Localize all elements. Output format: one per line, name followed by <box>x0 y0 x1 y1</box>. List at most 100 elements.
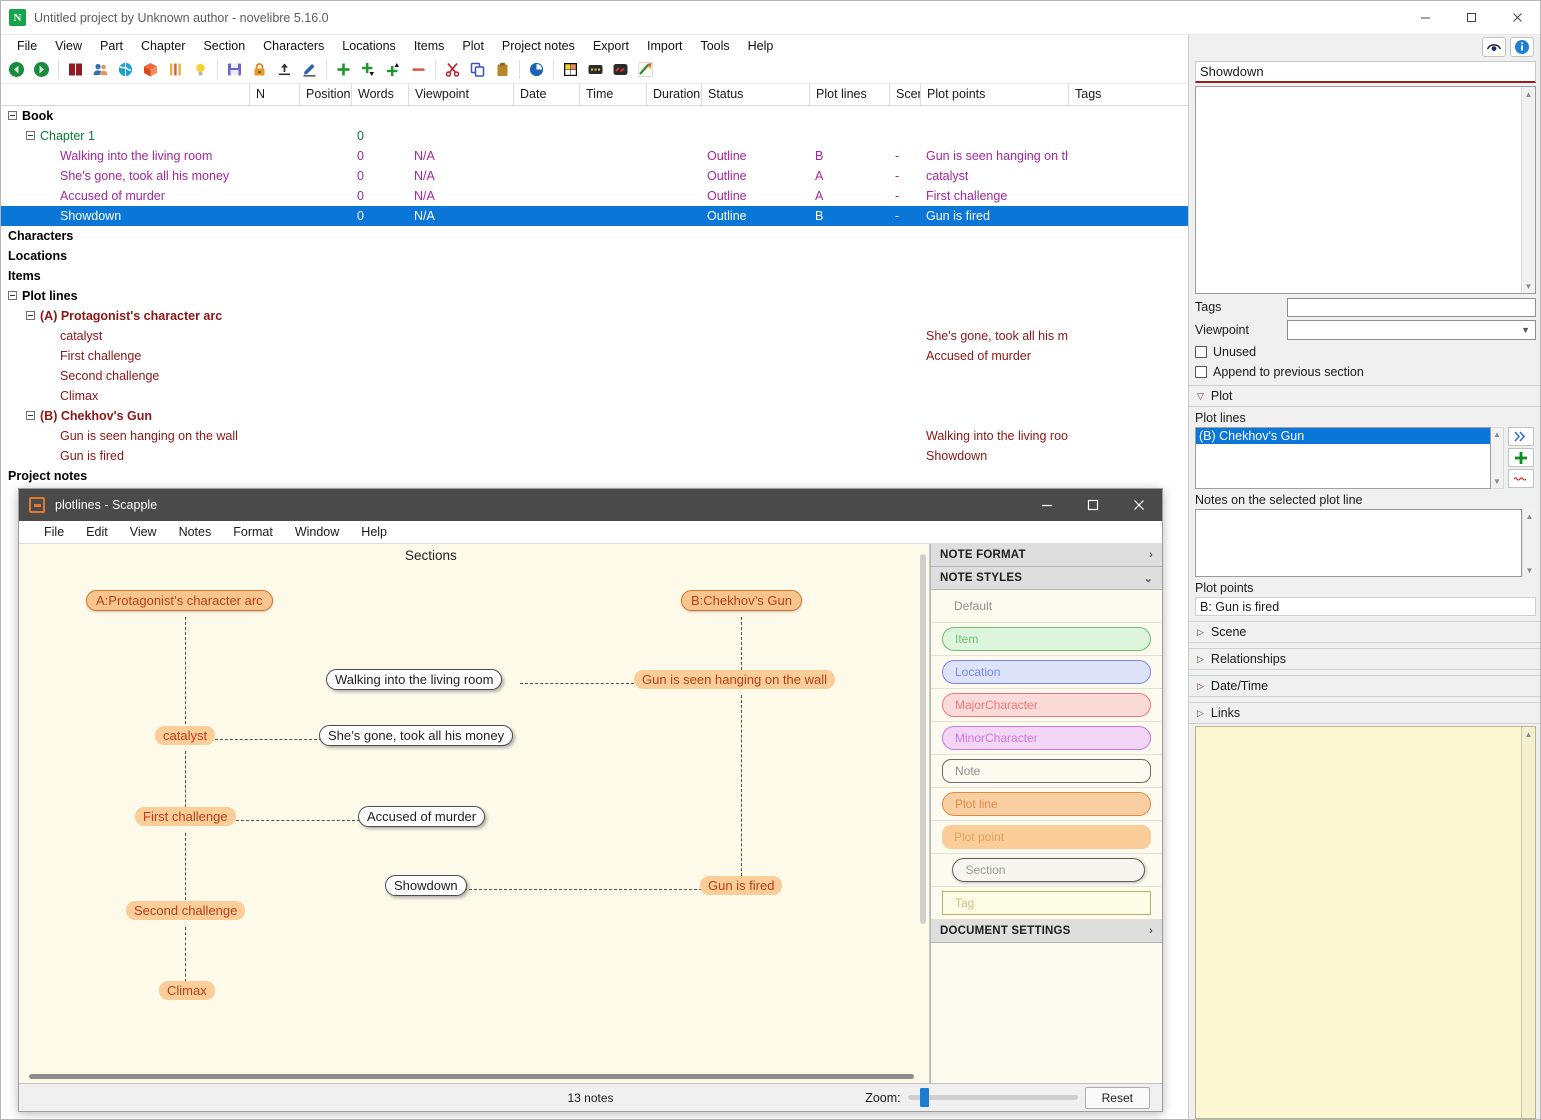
tags-input[interactable] <box>1287 297 1536 317</box>
scapple-note[interactable]: She’s gone, took all his money <box>319 725 514 746</box>
note-style-chip[interactable]: Location <box>942 660 1151 684</box>
menu-project-notes[interactable]: Project notes <box>493 37 584 55</box>
book-icon[interactable] <box>64 58 87 81</box>
scapple-note[interactable]: B:Chekhov’s Gun <box>681 590 802 611</box>
section-notes-field[interactable]: ▲ <box>1195 726 1536 1119</box>
scroll-thumb[interactable] <box>29 1074 914 1079</box>
note-style-row[interactable]: Tag <box>931 887 1162 920</box>
unused-checkbox-row[interactable]: Unused <box>1195 343 1536 360</box>
section-description-field[interactable]: ▲ ▼ <box>1195 86 1536 294</box>
column-header[interactable]: Plot points <box>920 84 1068 105</box>
clock-icon[interactable] <box>525 58 548 81</box>
column-header[interactable]: Status <box>701 84 809 105</box>
description-scrollbar[interactable]: ▲ ▼ <box>1521 87 1535 293</box>
unused-checkbox[interactable] <box>1195 345 1207 358</box>
scapple-note[interactable]: Climax <box>159 981 215 1000</box>
add-parent-icon[interactable] <box>382 58 405 81</box>
menu-chapter[interactable]: Chapter <box>132 37 194 55</box>
menu-file[interactable]: File <box>8 37 46 55</box>
note-style-row[interactable]: Default <box>931 590 1162 623</box>
scroll-up-icon[interactable]: ▲ <box>1491 428 1503 441</box>
timeline-icon[interactable] <box>584 58 607 81</box>
column-header[interactable]: Plot lines <box>809 84 889 105</box>
add-icon[interactable] <box>332 58 355 81</box>
section-title-field[interactable]: Showdown <box>1195 61 1536 83</box>
collapsed-section-relationships[interactable]: ▷ Relationships <box>1189 648 1540 670</box>
menu-plot[interactable]: Plot <box>453 37 493 55</box>
plot-line-notes-scrollbar[interactable]: ▲ ▼ <box>1522 509 1536 577</box>
characters-icon[interactable] <box>89 58 112 81</box>
scapple-menu-view[interactable]: View <box>119 523 168 541</box>
canvas-vertical-scrollbar[interactable] <box>917 544 929 1083</box>
remove-icon[interactable] <box>1508 469 1534 488</box>
export-icon[interactable] <box>273 58 296 81</box>
column-header[interactable]: Scene <box>889 84 920 105</box>
forward-arrow-icon[interactable] <box>30 58 53 81</box>
locations-icon[interactable] <box>114 58 137 81</box>
collapse-expander-icon[interactable] <box>26 311 35 321</box>
nvcx-icon[interactable] <box>609 58 632 81</box>
note-style-chip[interactable]: Plot point <box>942 825 1151 849</box>
note-style-row[interactable]: Location <box>931 656 1162 689</box>
column-header[interactable]: Date <box>513 84 579 105</box>
lock-icon[interactable] <box>248 58 271 81</box>
scapple-icon[interactable] <box>634 58 657 81</box>
plot-lines-icon[interactable] <box>164 58 187 81</box>
close-button[interactable] <box>1116 489 1162 521</box>
scapple-note[interactable]: Accused of murder <box>358 806 486 827</box>
note-style-row[interactable]: Plot point <box>931 821 1162 854</box>
collapse-expander-icon[interactable] <box>8 291 17 301</box>
column-header[interactable]: Position <box>299 84 351 105</box>
plot-line-list-item[interactable]: (B) Chekhov's Gun <box>1196 428 1490 444</box>
note-styles-header[interactable]: NOTE STYLES ⌄ <box>931 567 1162 590</box>
append-checkbox[interactable] <box>1195 365 1207 378</box>
note-style-chip[interactable]: Section <box>952 858 1145 882</box>
maximize-button[interactable] <box>1070 489 1116 521</box>
scapple-menu-format[interactable]: Format <box>222 523 284 541</box>
scapple-menu-help[interactable]: Help <box>350 523 398 541</box>
scapple-note[interactable]: catalyst <box>155 726 216 745</box>
note-style-row[interactable]: Plot line <box>931 788 1162 821</box>
menu-view[interactable]: View <box>46 37 91 55</box>
column-header[interactable]: Duration <box>646 84 701 105</box>
scroll-up-icon[interactable]: ▲ <box>1522 87 1535 101</box>
note-style-chip[interactable]: MajorCharacter <box>942 693 1151 717</box>
collapsed-section-date-time[interactable]: ▷ Date/Time <box>1189 675 1540 697</box>
viewpoint-select[interactable]: ▼ <box>1287 320 1536 340</box>
cut-icon[interactable] <box>441 58 464 81</box>
minimize-button[interactable] <box>1024 489 1070 521</box>
note-format-header[interactable]: NOTE FORMAT › <box>931 544 1162 567</box>
scroll-up-icon[interactable]: ▲ <box>1522 727 1535 741</box>
description-text[interactable] <box>1196 87 1521 293</box>
scapple-note[interactable]: Gun is fired <box>700 876 783 895</box>
zoom-slider-thumb[interactable] <box>919 1088 929 1107</box>
back-arrow-icon[interactable] <box>5 58 28 81</box>
note-style-chip[interactable]: Plot line <box>942 792 1151 816</box>
plot-lines-listbox[interactable]: (B) Chekhov's Gun <box>1195 427 1491 489</box>
note-style-chip[interactable]: Note <box>942 759 1151 783</box>
zoom-reset-button[interactable]: Reset <box>1084 1086 1150 1109</box>
project-notes-icon[interactable] <box>189 58 212 81</box>
canvas-horizontal-scrollbar[interactable] <box>19 1069 929 1083</box>
document-settings-header[interactable]: DOCUMENT SETTINGS › <box>931 920 1162 943</box>
note-style-chip[interactable]: MinorCharacter <box>942 726 1151 750</box>
section-notes-scrollbar[interactable]: ▲ <box>1521 727 1535 1118</box>
plot-section-header[interactable]: ▽ Plot <box>1189 385 1540 407</box>
column-header[interactable]: Tags <box>1068 84 1148 105</box>
section-notes-text[interactable] <box>1196 727 1521 1118</box>
note-style-chip[interactable]: Item <box>942 627 1151 651</box>
scapple-canvas[interactable]: Sections A:Protagonist’s character arc B:… <box>19 544 930 1083</box>
scapple-note[interactable]: Showdown <box>385 875 467 896</box>
menu-tools[interactable]: Tools <box>691 37 738 55</box>
scapple-note[interactable]: A:Protagonist’s character arc <box>86 590 273 611</box>
column-header[interactable]: Words <box>351 84 408 105</box>
note-style-chip[interactable]: Default <box>942 594 1151 618</box>
paste-icon[interactable] <box>491 58 514 81</box>
plot-line-notes-field[interactable]: ▲ ▼ <box>1195 509 1536 577</box>
note-style-row[interactable]: MajorCharacter <box>931 689 1162 722</box>
note-style-row[interactable]: MinorCharacter <box>931 722 1162 755</box>
scroll-up-icon[interactable]: ▲ <box>1523 509 1536 523</box>
menu-characters[interactable]: Characters <box>254 37 333 55</box>
scroll-thumb[interactable] <box>920 554 926 924</box>
scapple-menu-window[interactable]: Window <box>284 523 350 541</box>
